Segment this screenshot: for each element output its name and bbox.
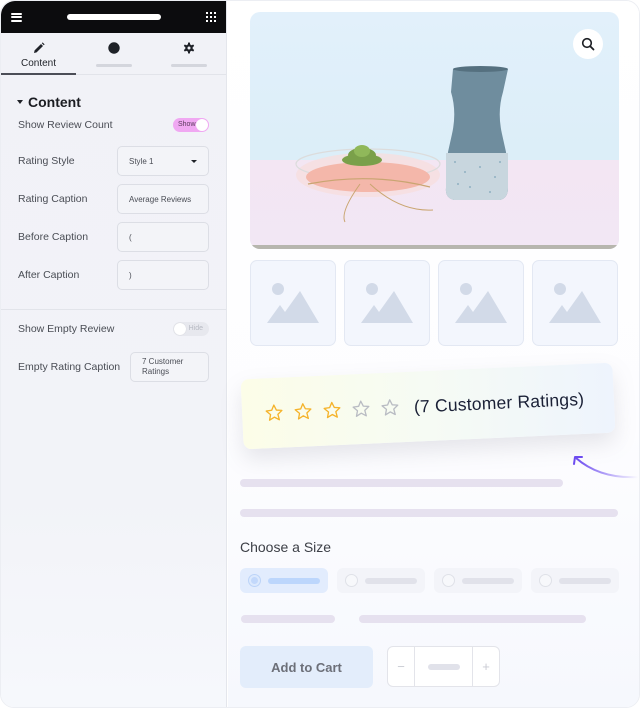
thumbnail-strip bbox=[250, 260, 618, 346]
size-option[interactable] bbox=[434, 568, 522, 593]
content-section-header[interactable]: Content bbox=[1, 75, 226, 113]
tab-content[interactable]: Content bbox=[1, 33, 76, 75]
image-bottom-strip bbox=[250, 245, 619, 249]
gear-icon bbox=[182, 41, 196, 55]
size-label-placeholder bbox=[268, 577, 320, 584]
tab-style[interactable] bbox=[76, 33, 151, 74]
tab-style-label-placeholder bbox=[95, 64, 132, 67]
rating-style-label: Rating Style bbox=[18, 155, 75, 167]
tab-advanced[interactable] bbox=[151, 33, 226, 74]
size-option[interactable] bbox=[531, 568, 619, 593]
star-empty-icon bbox=[381, 399, 399, 416]
rating-caption-input[interactable]: Average Reviews bbox=[117, 184, 209, 214]
star-filled-icon bbox=[323, 401, 341, 419]
editor-panel: Content Content Show Review Count Show R… bbox=[1, 1, 227, 707]
contrast-icon bbox=[107, 41, 121, 55]
after-caption-row: After Caption ) bbox=[18, 260, 209, 290]
before-caption-label: Before Caption bbox=[18, 231, 89, 243]
tab-content-label: Content bbox=[20, 58, 57, 69]
panel-title-placeholder bbox=[67, 14, 161, 20]
product-main-image[interactable] bbox=[250, 12, 619, 249]
quantity-stepper: − + bbox=[387, 646, 500, 687]
section-title: Content bbox=[28, 94, 81, 110]
image-placeholder-icon bbox=[455, 283, 507, 323]
size-label-placeholder bbox=[365, 577, 417, 584]
panel-tabs: Content bbox=[1, 33, 226, 75]
tab-advanced-label-placeholder bbox=[170, 64, 207, 67]
show-review-count-label: Show Review Count bbox=[18, 119, 113, 131]
rating-caption: (7 Customer Ratings) bbox=[413, 388, 585, 417]
rating-caption-row: Rating Caption Average Reviews bbox=[18, 184, 209, 214]
image-placeholder-icon bbox=[361, 283, 413, 323]
thumbnail[interactable] bbox=[250, 260, 336, 346]
after-caption-input[interactable]: ) bbox=[117, 260, 209, 290]
star-filled-icon bbox=[265, 404, 283, 421]
pencil-icon bbox=[32, 41, 46, 55]
rating-caption-label: Rating Caption bbox=[18, 193, 88, 205]
toggle-text: Show bbox=[178, 121, 196, 128]
size-option[interactable] bbox=[240, 568, 328, 593]
quantity-value-placeholder bbox=[427, 663, 460, 670]
section-divider bbox=[1, 309, 226, 310]
zoom-image-button[interactable] bbox=[573, 29, 603, 59]
toggle-text: Hide bbox=[188, 325, 203, 332]
toggle-knob bbox=[174, 323, 186, 335]
radio-button[interactable] bbox=[539, 574, 552, 587]
thumbnail[interactable] bbox=[532, 260, 618, 346]
chevron-down-icon bbox=[191, 159, 197, 163]
after-caption-label: After Caption bbox=[18, 269, 80, 281]
toggle-knob bbox=[196, 119, 208, 131]
image-placeholder-icon bbox=[549, 283, 601, 323]
empty-rating-caption-row: Empty Rating Caption 7 Customer Ratings bbox=[18, 352, 209, 382]
increase-quantity-button[interactable]: + bbox=[473, 647, 499, 686]
meta-line-placeholder bbox=[359, 615, 586, 623]
quantity-input[interactable] bbox=[414, 647, 473, 686]
radio-button[interactable] bbox=[345, 574, 358, 587]
show-empty-review-row: Show Empty Review Hide bbox=[18, 322, 209, 336]
show-review-count-toggle[interactable]: Show bbox=[173, 118, 209, 132]
rating-style-select[interactable]: Style 1 bbox=[117, 146, 209, 176]
arrow-icon bbox=[573, 456, 639, 479]
description-line-placeholder bbox=[240, 479, 563, 487]
show-empty-review-label: Show Empty Review bbox=[18, 323, 115, 335]
before-caption-input[interactable]: ( bbox=[117, 222, 209, 252]
empty-rating-caption-label: Empty Rating Caption bbox=[18, 361, 121, 373]
size-label-placeholder bbox=[559, 577, 611, 584]
size-option[interactable] bbox=[337, 568, 425, 593]
thumbnail[interactable] bbox=[344, 260, 430, 346]
radio-button[interactable] bbox=[248, 574, 261, 587]
thumbnail[interactable] bbox=[438, 260, 524, 346]
rating-style-row: Rating Style Style 1 bbox=[18, 146, 209, 176]
rating-card: (7 Customer Ratings) bbox=[240, 362, 616, 450]
radio-button[interactable] bbox=[442, 574, 455, 587]
size-title: Choose a Size bbox=[240, 539, 332, 555]
caret-down-icon bbox=[17, 100, 23, 104]
apps-grid-icon[interactable] bbox=[206, 12, 216, 22]
before-caption-row: Before Caption ( bbox=[18, 222, 209, 252]
show-review-count-row: Show Review Count Show bbox=[18, 118, 209, 132]
rating-style-value: Style 1 bbox=[129, 156, 154, 166]
app-frame: Content Content Show Review Count Show R… bbox=[0, 0, 640, 708]
search-icon bbox=[581, 37, 595, 51]
description-line-placeholder bbox=[240, 509, 618, 517]
decrease-quantity-button[interactable]: − bbox=[388, 647, 414, 686]
show-empty-review-toggle[interactable]: Hide bbox=[173, 322, 209, 336]
hamburger-menu-icon[interactable] bbox=[11, 12, 22, 22]
product-preview: (7 Customer Ratings) Choose a Size Add t… bbox=[228, 1, 639, 707]
star-filled-icon bbox=[294, 403, 312, 420]
panel-topbar bbox=[1, 1, 226, 33]
empty-rating-caption-input[interactable]: 7 Customer Ratings bbox=[130, 352, 209, 382]
meta-line-placeholder bbox=[241, 615, 335, 623]
star-rating bbox=[264, 397, 401, 423]
size-label-placeholder bbox=[462, 577, 514, 584]
image-placeholder-icon bbox=[267, 283, 319, 323]
product-photo-illustration bbox=[295, 66, 508, 223]
add-to-cart-button[interactable]: Add to Cart bbox=[240, 646, 373, 688]
star-empty-icon bbox=[352, 400, 370, 417]
